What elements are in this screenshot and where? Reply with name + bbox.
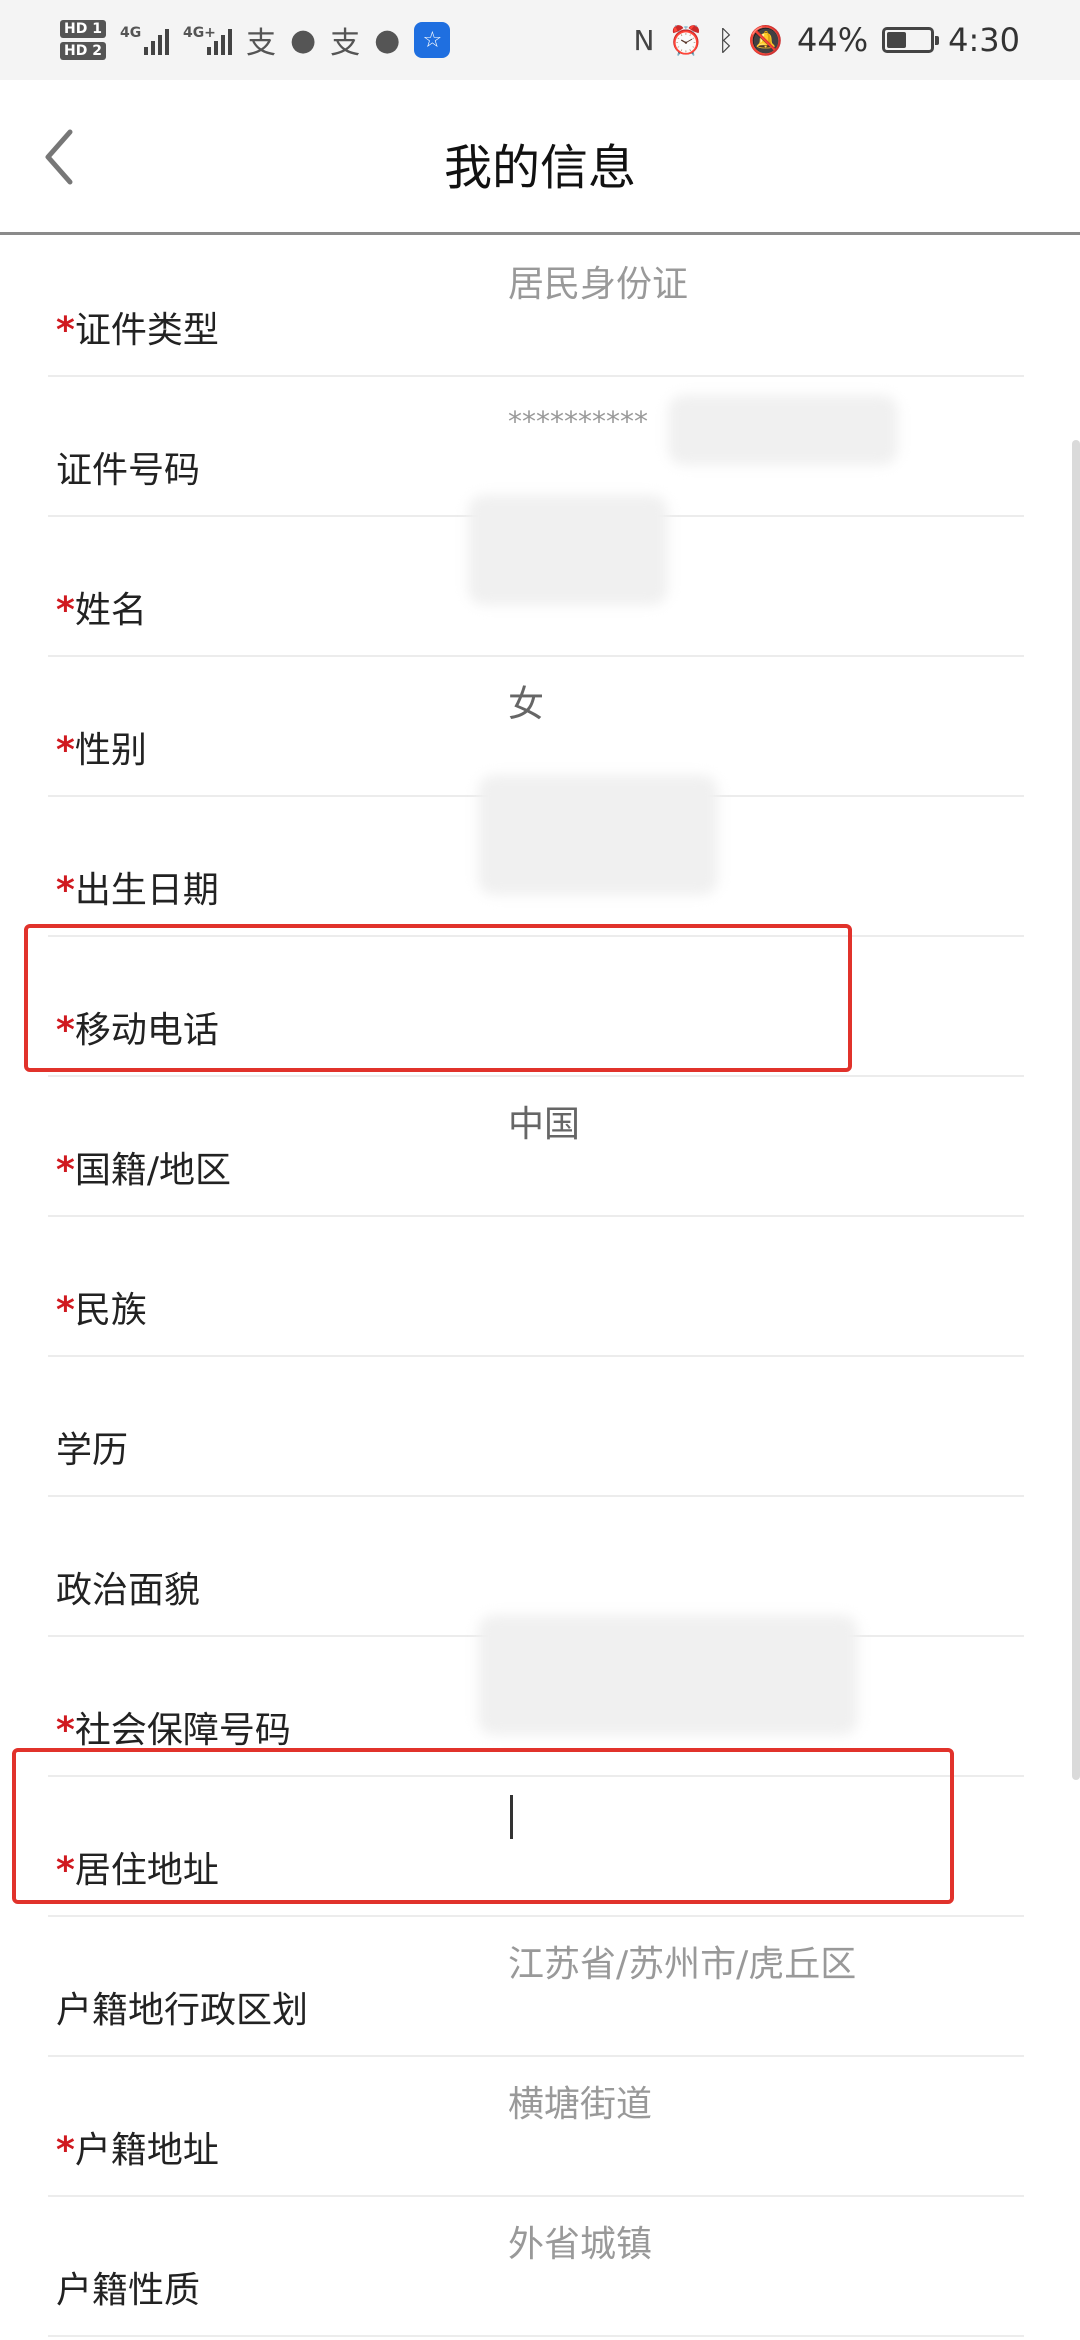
battery-fill <box>887 32 907 48</box>
field-value: 女 <box>508 684 545 725</box>
field-value: 横塘街道 <box>508 2084 653 2125</box>
redacted-blur <box>478 775 718 895</box>
status-right: N ⏰ ᛒ 🔕 44% 4:30 <box>634 12 1021 68</box>
required-mark: * <box>56 1710 75 1751</box>
field-label: *移动电话 <box>56 1001 219 1053</box>
field-household-address[interactable]: *户籍地址 横塘街道 <box>48 2055 1024 2197</box>
field-label-text: 移动电话 <box>74 1010 219 1051</box>
battery-percent: 44% <box>797 21 869 59</box>
network-type-1: 4G <box>119 25 142 41</box>
field-value: 居民身份证 <box>508 264 689 305</box>
field-label-text: 性别 <box>74 730 147 771</box>
required-mark: * <box>56 590 75 631</box>
field-social-security-number[interactable]: *社会保障号码 <box>48 1615 1024 1777</box>
field-label: *性别 <box>56 721 147 773</box>
signal-1-icon: 4G <box>120 25 169 55</box>
redacted-blur <box>668 395 898 465</box>
field-education[interactable]: 学历 <box>48 1355 1024 1497</box>
field-label-text: 证件号码 <box>56 450 201 491</box>
required-mark: * <box>56 1150 75 1191</box>
field-label-text: 证件类型 <box>74 310 219 351</box>
field-value: 外省城镇 <box>508 2224 653 2265</box>
field-label: 证件号码 <box>56 441 200 493</box>
field-label-text: 姓名 <box>74 590 147 631</box>
bulb-icon: ☆ <box>414 22 451 58</box>
field-label: *户籍地址 <box>56 2121 219 2173</box>
field-label: 政治面貌 <box>56 1561 200 1613</box>
text-cursor <box>510 1795 513 1839</box>
field-label: 户籍性质 <box>56 2261 200 2313</box>
field-label-text: 民族 <box>74 1290 147 1331</box>
field-label: *国籍/地区 <box>56 1141 231 1193</box>
field-label-text: 政治面貌 <box>56 1570 201 1611</box>
field-household-region[interactable]: 户籍地行政区划 江苏省/苏州市/虎丘区 <box>48 1915 1024 2057</box>
required-mark: * <box>56 1290 75 1331</box>
required-mark: * <box>56 2130 75 2171</box>
redacted-blur <box>468 495 668 605</box>
required-mark: * <box>56 1850 75 1891</box>
field-label-text: 学历 <box>56 1430 129 1471</box>
required-mark: * <box>56 1010 75 1051</box>
field-label-text: 户籍地行政区划 <box>56 1990 309 2031</box>
field-birth-date[interactable]: *出生日期 <box>48 775 1024 937</box>
bluetooth-icon: ᛒ <box>717 23 735 57</box>
field-residential-address[interactable]: *居住地址 <box>48 1775 1024 1917</box>
field-value: 江苏省/苏州市/虎丘区 <box>508 1944 857 1985</box>
top-nav-bar: 我的信息 <box>0 80 1080 235</box>
field-label: *民族 <box>56 1281 147 1333</box>
field-household-type[interactable]: 户籍性质 外省城镇 <box>48 2195 1024 2337</box>
field-label: 户籍地行政区划 <box>56 1981 308 2033</box>
status-left: HD 1 HD 2 4G 4G+ 支 ● 支 ● ☆ <box>60 12 451 68</box>
field-label: *出生日期 <box>56 861 219 913</box>
field-label-text: 户籍性质 <box>56 2270 201 2311</box>
field-name[interactable]: *姓名 <box>48 495 1024 657</box>
sim-indicators: HD 1 HD 2 <box>60 20 106 60</box>
sim1-badge: HD 1 <box>60 20 106 38</box>
clock: 4:30 <box>948 21 1020 59</box>
field-label: *姓名 <box>56 581 147 633</box>
signal-2-icon: 4G+ <box>183 25 232 55</box>
field-id-type[interactable]: *证件类型 居民身份证 <box>48 235 1024 377</box>
field-label-text: 出生日期 <box>74 870 219 911</box>
alipay-icon: 支 <box>245 26 276 61</box>
sim2-badge: HD 2 <box>60 42 106 60</box>
required-mark: * <box>56 730 75 771</box>
scrollbar[interactable] <box>1072 440 1080 1780</box>
message-icon: ● <box>374 22 401 58</box>
field-label-text: 社会保障号码 <box>74 1710 291 1751</box>
status-bar: HD 1 HD 2 4G 4G+ 支 ● 支 ● ☆ N ⏰ ᛒ 🔕 44% 4… <box>0 0 1080 80</box>
alarm-icon: ⏰ <box>668 23 704 57</box>
field-label: *证件类型 <box>56 301 219 353</box>
required-mark: * <box>56 870 75 911</box>
field-label-text: 国籍/地区 <box>74 1150 231 1191</box>
page-title: 我的信息 <box>443 140 636 196</box>
field-label-text: 居住地址 <box>74 1850 219 1891</box>
field-ethnicity[interactable]: *民族 <box>48 1215 1024 1357</box>
field-mobile-phone[interactable]: *移动电话 <box>48 935 1024 1077</box>
field-label: 学历 <box>56 1421 128 1473</box>
alipay-icon: 支 <box>330 26 361 61</box>
mute-icon: 🔕 <box>748 23 784 57</box>
network-type-2: 4G+ <box>182 25 216 41</box>
field-label: *社会保障号码 <box>56 1701 291 1753</box>
field-value: ********** <box>508 405 648 438</box>
nfc-icon: N <box>633 23 655 57</box>
field-label-text: 户籍地址 <box>74 2130 219 2171</box>
field-label: *居住地址 <box>56 1841 219 1893</box>
field-nationality[interactable]: *国籍/地区 中国 <box>48 1075 1024 1217</box>
redacted-blur <box>478 1615 858 1735</box>
field-value: 中国 <box>508 1104 581 1145</box>
wechat-icon: ● <box>289 22 317 58</box>
battery-icon <box>882 27 940 53</box>
required-mark: * <box>56 310 75 351</box>
